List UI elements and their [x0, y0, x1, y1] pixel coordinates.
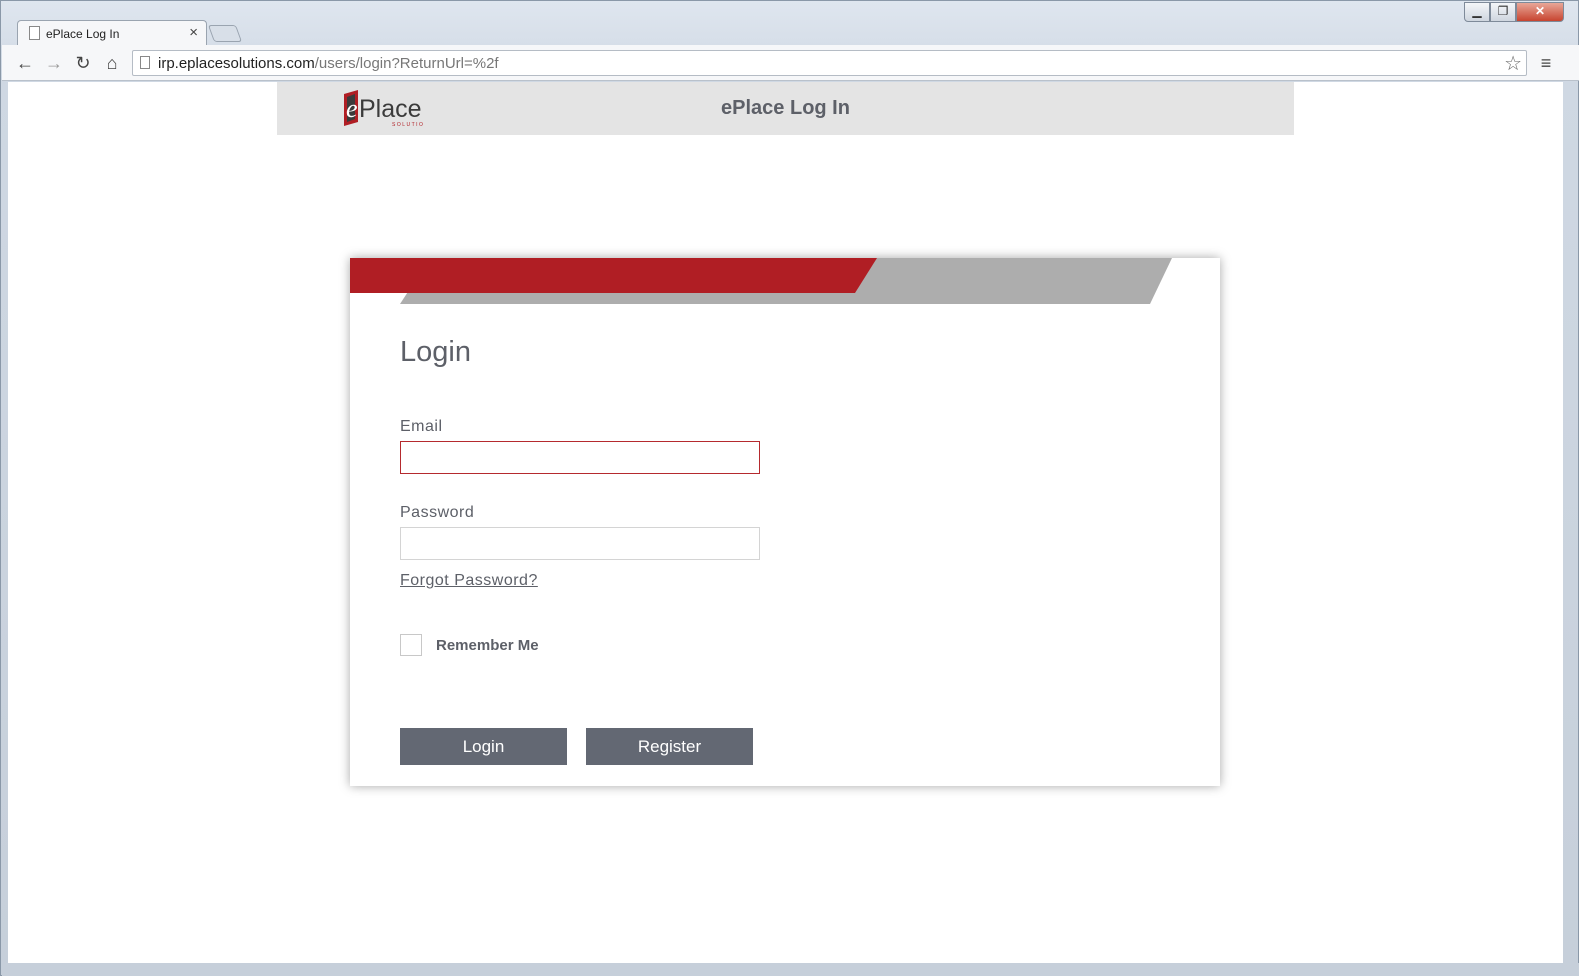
url-path: /users/login?ReturnUrl=%2f — [314, 55, 499, 72]
email-label: Email — [400, 418, 443, 435]
url-text: irp.eplacesolutions.com/users/login?Retu… — [158, 55, 499, 72]
register-button[interactable]: Register — [586, 728, 753, 765]
remember-me-label[interactable]: Remember Me — [436, 637, 539, 654]
maximize-button[interactable]: ❐ — [1490, 2, 1516, 22]
svg-text:SOLUTIONS: SOLUTIONS — [392, 122, 424, 128]
tab-strip: ePlace Log In × ▁ ❐ ✕ — [1, 1, 1578, 46]
browser-toolbar: ← → ↻ ⌂ irp.eplacesolutions.com/users/lo… — [2, 45, 1579, 81]
bookmark-star-icon[interactable]: ☆ — [1504, 51, 1522, 76]
window-close-button[interactable]: ✕ — [1516, 2, 1564, 22]
page-icon — [29, 26, 40, 40]
email-field[interactable] — [400, 441, 760, 474]
password-label: Password — [400, 504, 475, 521]
site-header: e Place SOLUTIONS ePlace Log In — [277, 82, 1294, 135]
reload-icon[interactable]: ↻ — [72, 52, 94, 74]
login-heading: Login — [400, 336, 471, 368]
page-icon — [140, 56, 150, 69]
card-banner-decoration — [350, 258, 1172, 304]
page-viewport: e Place SOLUTIONS ePlace Log In Login Em… — [8, 82, 1563, 963]
home-icon[interactable]: ⌂ — [101, 52, 123, 74]
password-field[interactable] — [400, 527, 760, 560]
login-button[interactable]: Login — [400, 728, 567, 765]
forward-arrow-icon[interactable]: → — [43, 52, 65, 74]
url-host: irp.eplacesolutions.com — [158, 55, 315, 72]
address-bar[interactable]: irp.eplacesolutions.com/users/login?Retu… — [132, 50, 1527, 76]
tab-title: ePlace Log In — [46, 27, 120, 41]
new-tab-button[interactable] — [207, 25, 243, 42]
back-arrow-icon[interactable]: ← — [14, 52, 36, 74]
window-bottom-border — [2, 963, 1579, 976]
tab-eplace-login[interactable]: ePlace Log In × — [17, 20, 207, 46]
remember-me-checkbox[interactable] — [400, 634, 422, 656]
minimize-button[interactable]: ▁ — [1464, 2, 1490, 22]
tab-close-icon[interactable]: × — [189, 24, 198, 41]
page-title: ePlace Log In — [721, 97, 850, 119]
forgot-password-link[interactable]: Forgot Password? — [400, 572, 538, 590]
login-card: Login Email Password Forgot Password? Re… — [350, 258, 1220, 786]
browser-window: ePlace Log In × ▁ ❐ ✕ ← → ↻ ⌂ irp.eplace… — [0, 0, 1579, 976]
chrome-menu-icon[interactable]: ≡ — [1536, 53, 1556, 73]
